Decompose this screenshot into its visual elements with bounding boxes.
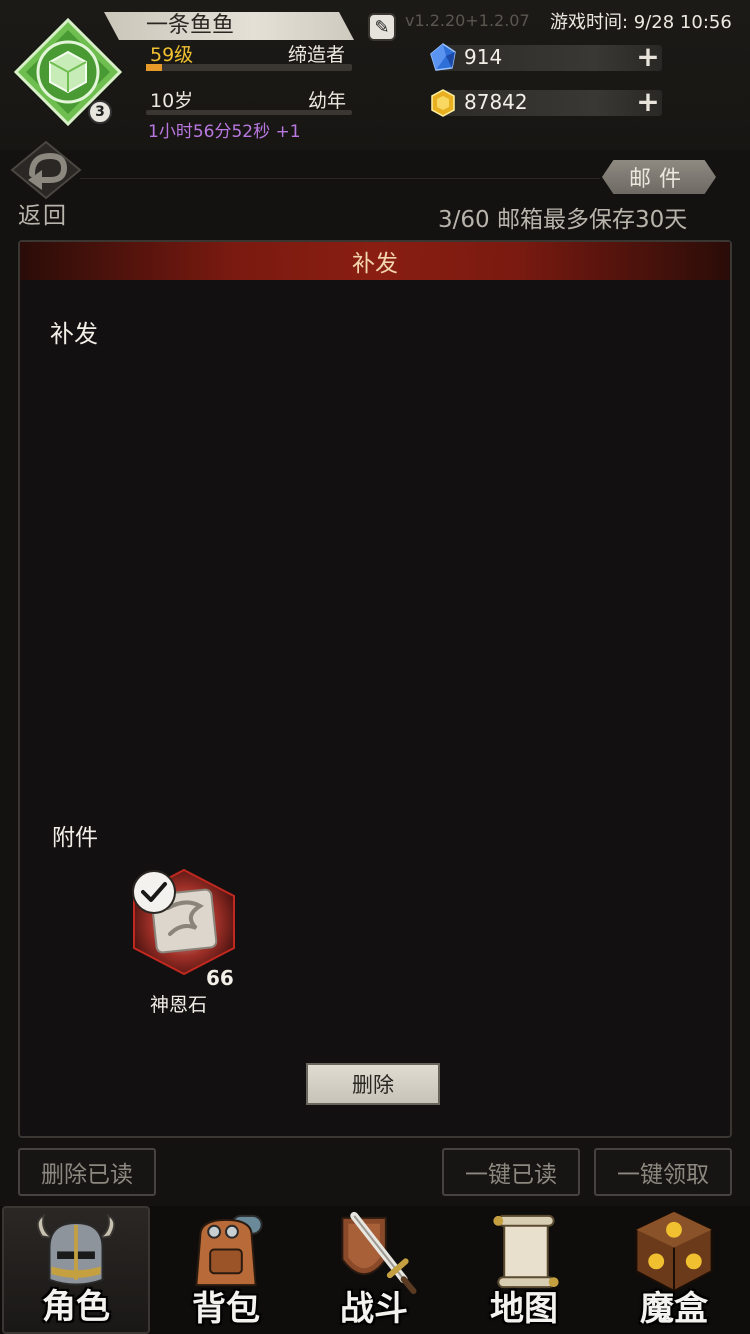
claimed-check-icon <box>132 870 176 914</box>
nav-map[interactable]: 地图 <box>450 1206 598 1334</box>
nav-character[interactable]: 角色 <box>2 1206 150 1334</box>
nav-label-map: 地图 <box>490 1289 558 1329</box>
mark-all-read-button[interactable]: 一键已读 <box>442 1148 580 1196</box>
mail-title: 补发 <box>352 251 398 277</box>
nav-label-backpack: 背包 <box>192 1289 260 1329</box>
mail-body-text: 补发 <box>50 320 98 348</box>
back-arrow-icon[interactable] <box>10 140 82 200</box>
add-gold-button[interactable]: + <box>636 88 660 116</box>
age-progress-bar <box>146 110 352 115</box>
nav-battle[interactable]: 战斗 <box>300 1206 448 1334</box>
nav-label-character: 角色 <box>42 1287 110 1327</box>
attachment-count: 66 <box>206 966 234 990</box>
mail-detail-panel <box>18 240 732 1138</box>
age-text: 10岁 <box>150 90 194 112</box>
avatar-level-badge: 3 <box>88 100 112 124</box>
delete-read-button[interactable]: 删除已读 <box>18 1148 156 1196</box>
gems-value: 914 <box>464 45 503 69</box>
version-text: v1.2.20+1.2.07 <box>405 11 530 30</box>
back-button[interactable]: 返回 <box>18 196 68 230</box>
level-text: 59级 <box>150 44 194 66</box>
class-title: 缔造者 <box>288 44 346 66</box>
tab-mail[interactable]: 邮件 <box>602 160 716 194</box>
game-time: 游戏时间: 9/28 10:56 <box>550 12 732 33</box>
attachment-name: 神恩石 <box>150 994 208 1016</box>
claim-all-button[interactable]: 一键领取 <box>594 1148 732 1196</box>
nav-label-magic-box: 魔盒 <box>640 1289 708 1329</box>
nav-magic-box[interactable]: 魔盒 <box>600 1206 748 1334</box>
mailbox-capacity: 3/60 邮箱最多保存30天 <box>438 207 688 233</box>
level-progress-bar <box>146 64 352 71</box>
attachments-label: 附件 <box>52 825 98 851</box>
mail-title-bar: 补发 <box>20 242 730 280</box>
header-divider <box>80 178 600 179</box>
age-timer: 1小时56分52秒 +1 <box>148 122 301 142</box>
delete-mail-button[interactable]: 删除 <box>306 1063 440 1105</box>
blue-gem-icon <box>430 43 456 71</box>
age-stage: 幼年 <box>308 90 347 112</box>
player-name: 一条鱼鱼 <box>146 13 235 38</box>
gold-coin-icon <box>431 89 455 117</box>
nav-label-battle: 战斗 <box>340 1289 408 1329</box>
edit-name-icon[interactable]: ✎ <box>368 13 396 41</box>
gold-value: 87842 <box>464 90 528 114</box>
add-gems-button[interactable]: + <box>636 43 660 71</box>
nav-backpack[interactable]: 背包 <box>152 1206 300 1334</box>
